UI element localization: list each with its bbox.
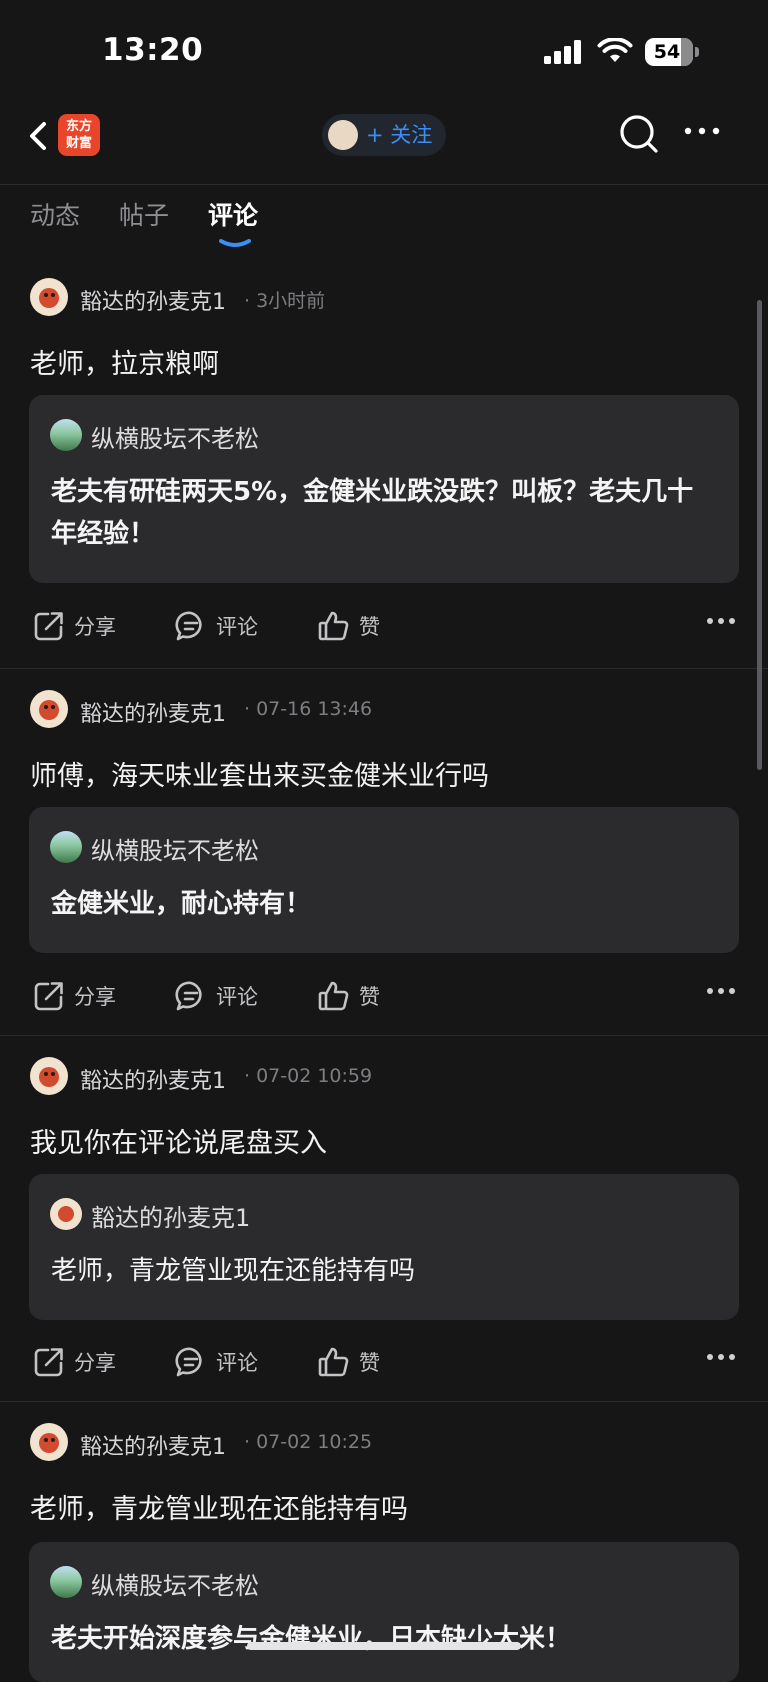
- more-options-icon[interactable]: [706, 1353, 736, 1361]
- quoted-post[interactable]: 豁达的孙麦克1 老师，青龙管业现在还能持有吗: [29, 1174, 739, 1320]
- comment-card[interactable]: 豁达的孙麦克1 · 07-16 13:46 师傅，海天味业套出来买金健米业行吗 …: [0, 668, 768, 1036]
- logo-text-bottom: 财富: [65, 136, 92, 151]
- quoted-post[interactable]: 纵横股坛不老松 金健米业，耐心持有！: [29, 807, 739, 953]
- quoted-user-avatar: [50, 419, 82, 451]
- comment-card[interactable]: 豁达的孙麦克1 · 07-02 10:25 老师，青龙管业现在还能持有吗 纵横股…: [0, 1401, 768, 1682]
- comment-text: 师傅，海天味业套出来买金健米业行吗: [30, 761, 489, 792]
- thumbs-up-icon: [318, 611, 349, 641]
- search-icon[interactable]: [619, 114, 659, 156]
- comment-text: 我见你在评论说尾盘买入: [30, 1128, 327, 1159]
- action-bar: 分享 评论 赞: [0, 975, 768, 1019]
- comment-label: 评论: [216, 615, 258, 639]
- back-arrow-icon[interactable]: [24, 116, 54, 156]
- quoted-user-avatar: [50, 1566, 82, 1598]
- home-indicator[interactable]: [247, 1642, 521, 1650]
- comment-text: 老师，拉京粮啊: [30, 349, 219, 380]
- quoted-text: 老夫开始深度参与金健米业，日本缺少大米！: [51, 1624, 572, 1654]
- eastmoney-logo: 东方 财富: [58, 114, 100, 156]
- comment-icon: [175, 1347, 202, 1377]
- clock: 13:20: [102, 32, 204, 68]
- status-bar: 13:20 54: [0, 0, 768, 100]
- post-time: · 07-02 10:59: [244, 1065, 373, 1087]
- username[interactable]: 豁达的孙麦克1: [80, 1063, 226, 1095]
- share-icon: [34, 982, 63, 1011]
- quoted-user-avatar: [50, 831, 82, 863]
- user-avatar[interactable]: [30, 1423, 68, 1461]
- quoted-username: 豁达的孙麦克1: [91, 1204, 251, 1232]
- thumbs-up-icon: [318, 1347, 349, 1377]
- quoted-username: 纵横股坛不老松: [91, 1572, 259, 1600]
- action-bar: 分享 评论 赞: [0, 1341, 768, 1385]
- user-avatar[interactable]: [30, 690, 68, 728]
- comment-text: 老师，青龙管业现在还能持有吗: [30, 1494, 408, 1525]
- user-avatar[interactable]: [30, 278, 68, 316]
- share-label: 分享: [74, 615, 116, 639]
- follow-label: + 关注: [366, 123, 433, 147]
- like-label: 赞: [359, 985, 380, 1009]
- share-label: 分享: [74, 985, 116, 1009]
- wifi-icon: [597, 38, 633, 62]
- post-time: · 07-02 10:25: [244, 1431, 373, 1453]
- comment-icon: [175, 981, 202, 1011]
- username[interactable]: 豁达的孙麦克1: [80, 696, 226, 728]
- comment-card[interactable]: 豁达的孙麦克1 · 3小时前 老师，拉京粮啊 纵横股坛不老松 老夫有研硅两天5%…: [0, 256, 768, 669]
- battery-icon: 54: [645, 38, 699, 66]
- tab-comments[interactable]: 评论: [208, 196, 258, 232]
- username[interactable]: 豁达的孙麦克1: [80, 1429, 226, 1461]
- comment-icon: [175, 611, 202, 641]
- user-avatar: [328, 120, 358, 150]
- user-avatar[interactable]: [30, 1057, 68, 1095]
- share-icon: [34, 612, 63, 641]
- active-tab-indicator: [219, 239, 251, 247]
- like-label: 赞: [359, 1351, 380, 1375]
- more-options-icon[interactable]: [683, 126, 723, 136]
- comment-label: 评论: [216, 1351, 258, 1375]
- comment-card[interactable]: 豁达的孙麦克1 · 07-02 10:59 我见你在评论说尾盘买入 豁达的孙麦克…: [0, 1035, 768, 1402]
- cellular-signal-icon: [544, 40, 581, 64]
- action-bar: 分享 评论 赞: [0, 605, 768, 649]
- post-time: · 07-16 13:46: [244, 698, 373, 720]
- share-icon: [34, 1348, 63, 1377]
- quoted-text: 老夫有研硅两天5%，金健米业跌没跌？叫板？老夫几十年经验！: [51, 477, 694, 549]
- quoted-username: 纵横股坛不老松: [91, 425, 259, 453]
- scrollbar[interactable]: [757, 300, 762, 770]
- logo-text-top: 东方: [65, 119, 92, 134]
- like-label: 赞: [359, 615, 380, 639]
- quoted-post[interactable]: 纵横股坛不老松 老夫有研硅两天5%，金健米业跌没跌？叫板？老夫几十年经验！: [29, 395, 739, 583]
- tab-posts[interactable]: 帖子: [119, 196, 169, 232]
- username[interactable]: 豁达的孙麦克1: [80, 284, 226, 316]
- more-options-icon[interactable]: [706, 987, 736, 995]
- share-label: 分享: [74, 1351, 116, 1375]
- thumbs-up-icon: [318, 981, 349, 1011]
- quoted-post[interactable]: 纵横股坛不老松 老夫开始深度参与金健米业，日本缺少大米！: [29, 1542, 739, 1682]
- follow-button[interactable]: + 关注: [322, 114, 446, 156]
- top-nav-bar: 东方 财富 + 关注: [0, 100, 768, 185]
- quoted-user-avatar: [50, 1198, 82, 1230]
- more-options-icon[interactable]: [706, 617, 736, 625]
- quoted-text: 金健米业，耐心持有！: [51, 889, 312, 919]
- tab-dynamics[interactable]: 动态: [30, 196, 80, 232]
- comment-label: 评论: [216, 985, 258, 1009]
- quoted-username: 纵横股坛不老松: [91, 837, 259, 865]
- post-time: · 3小时前: [244, 290, 326, 312]
- quoted-text: 老师，青龙管业现在还能持有吗: [51, 1256, 416, 1286]
- battery-percent: 54: [653, 41, 681, 63]
